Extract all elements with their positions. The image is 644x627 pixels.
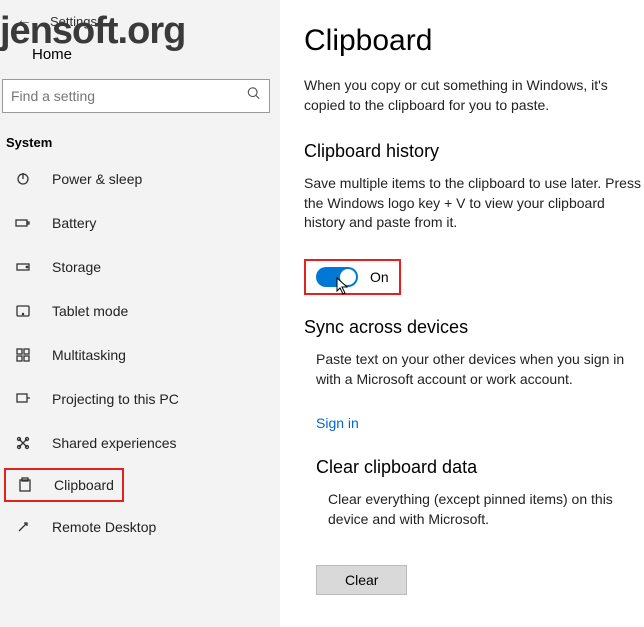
main-content: Clipboard When you copy or cut something… [280, 0, 644, 627]
history-toggle-highlight: On [304, 259, 401, 295]
category-title: System [0, 131, 280, 160]
power-icon [14, 170, 32, 188]
sidebar-item-label: Storage [52, 259, 101, 275]
page-intro: When you copy or cut something in Window… [304, 76, 644, 115]
sidebar-item-shared-experiences[interactable]: Shared experiences [0, 424, 280, 462]
sidebar-item-tablet-mode[interactable]: Tablet mode [0, 292, 280, 330]
clear-heading: Clear clipboard data [304, 457, 644, 478]
history-desc: Save multiple items to the clipboard to … [304, 174, 644, 233]
sidebar-item-multitasking[interactable]: Multitasking [0, 336, 280, 374]
clear-button[interactable]: Clear [316, 565, 407, 595]
home-nav[interactable]: Home [0, 38, 280, 79]
page-title: Clipboard [304, 24, 644, 58]
search-icon [247, 87, 261, 106]
toggle-state-label: On [370, 269, 389, 285]
cursor-icon [336, 277, 350, 295]
remote-desktop-icon [14, 518, 32, 536]
sidebar-item-projecting[interactable]: Projecting to this PC [0, 380, 280, 418]
sidebar-item-label: Projecting to this PC [52, 391, 179, 407]
battery-icon [14, 214, 32, 232]
multitasking-icon [14, 346, 32, 364]
sidebar-item-label: Tablet mode [52, 303, 128, 319]
sidebar-item-label: Multitasking [52, 347, 126, 363]
clear-desc: Clear everything (except pinned items) o… [328, 490, 644, 529]
shared-icon [14, 434, 32, 452]
sidebar-item-remote-desktop[interactable]: Remote Desktop [0, 508, 280, 546]
sync-desc: Paste text on your other devices when yo… [316, 350, 644, 389]
sidebar-item-power-sleep[interactable]: Power & sleep [0, 160, 280, 198]
history-heading: Clipboard history [304, 141, 644, 162]
sidebar-item-label: Power & sleep [52, 171, 142, 187]
projecting-icon [14, 390, 32, 408]
search-input[interactable] [3, 80, 269, 112]
sidebar-item-label: Remote Desktop [52, 519, 156, 535]
sidebar-item-label: Clipboard [54, 477, 114, 493]
back-icon[interactable]: ← [16, 12, 32, 30]
storage-icon [14, 258, 32, 276]
search-box[interactable] [2, 79, 270, 113]
sidebar: ← Settings Home System Power & sleep Bat… [0, 0, 280, 627]
sidebar-item-clipboard[interactable]: Clipboard [4, 468, 124, 502]
tablet-icon [14, 302, 32, 320]
clipboard-icon [16, 476, 34, 494]
window-title: Settings [50, 14, 97, 29]
history-toggle[interactable] [316, 267, 358, 287]
home-label: Home [32, 46, 72, 63]
sync-heading: Sync across devices [304, 317, 644, 338]
sidebar-item-storage[interactable]: Storage [0, 248, 280, 286]
sign-in-link[interactable]: Sign in [316, 415, 644, 431]
sidebar-item-battery[interactable]: Battery [0, 204, 280, 242]
sidebar-item-label: Shared experiences [52, 435, 177, 451]
sidebar-item-label: Battery [52, 215, 96, 231]
